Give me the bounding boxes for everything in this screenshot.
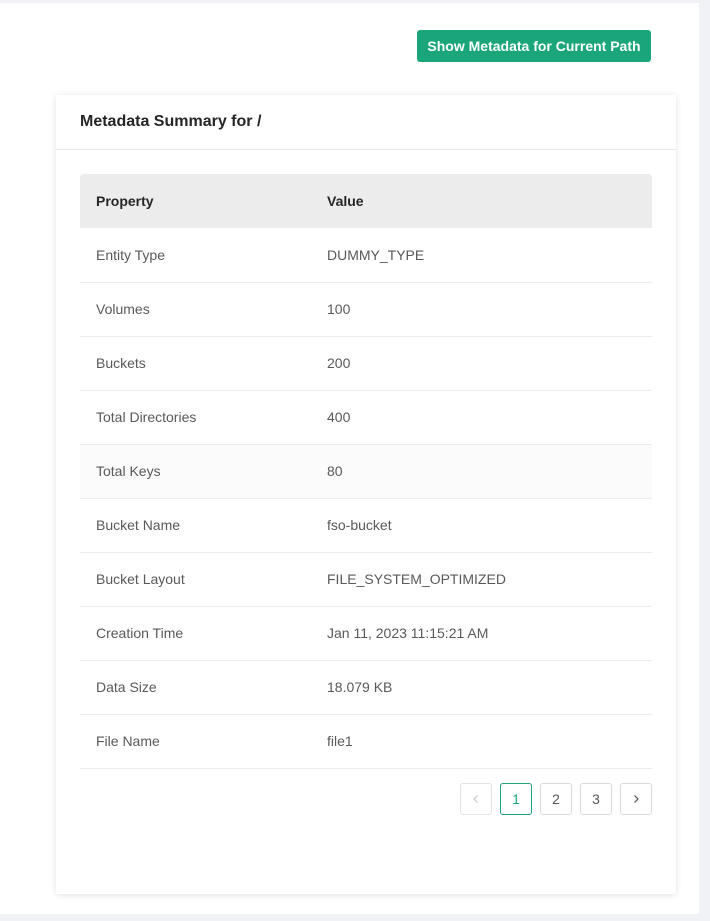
card-title: Metadata Summary for / (80, 113, 262, 130)
value-cell: DUMMY_TYPE (311, 228, 652, 283)
property-cell: Bucket Layout (80, 552, 311, 607)
value-cell: 18.079 KB (311, 660, 652, 715)
table-row: Bucket Layout FILE_SYSTEM_OPTIMIZED (80, 552, 652, 607)
table-row: Data Size 18.079 KB (80, 660, 652, 715)
property-cell: Volumes (80, 282, 311, 337)
table-header-row: Property Value (80, 174, 652, 228)
value-cell: FILE_SYSTEM_OPTIMIZED (311, 552, 652, 607)
pagination: 1 2 3 (460, 783, 652, 815)
page-button-1[interactable]: 1 (500, 783, 532, 815)
property-cell: Total Directories (80, 390, 311, 445)
main-panel: Show Metadata for Current Path Metadata … (0, 3, 699, 914)
value-cell: fso-bucket (311, 498, 652, 553)
column-header-property: Property (80, 174, 311, 228)
metadata-table: Property Value Entity Type DUMMY_TYPE Vo… (80, 174, 652, 769)
property-cell: Total Keys (80, 444, 311, 499)
value-cell: 200 (311, 336, 652, 391)
page-button-3[interactable]: 3 (580, 783, 612, 815)
table-row: Bucket Name fso-bucket (80, 498, 652, 553)
card-header: Metadata Summary for / (56, 95, 676, 150)
table-row: Volumes 100 (80, 282, 652, 337)
table-row: Buckets 200 (80, 336, 652, 391)
metadata-summary-card: Metadata Summary for / Property Value En… (56, 95, 676, 894)
property-cell: Buckets (80, 336, 311, 391)
column-header-value: Value (311, 174, 652, 228)
chevron-left-icon (473, 795, 478, 803)
next-page-button[interactable] (620, 783, 652, 815)
value-cell: Jan 11, 2023 11:15:21 AM (311, 606, 652, 661)
value-cell: file1 (311, 714, 652, 769)
value-cell: 100 (311, 282, 652, 337)
prev-page-button[interactable] (460, 783, 492, 815)
show-metadata-button[interactable]: Show Metadata for Current Path (417, 30, 651, 62)
property-cell: File Name (80, 714, 311, 769)
property-cell: Bucket Name (80, 498, 311, 553)
chevron-right-icon (634, 795, 639, 803)
page-button-2[interactable]: 2 (540, 783, 572, 815)
property-cell: Entity Type (80, 228, 311, 283)
table-row: Entity Type DUMMY_TYPE (80, 228, 652, 283)
table-row: Total Directories 400 (80, 390, 652, 445)
table-row: Creation Time Jan 11, 2023 11:15:21 AM (80, 606, 652, 661)
table-row: Total Keys 80 (80, 444, 652, 499)
value-cell: 80 (311, 444, 652, 499)
property-cell: Data Size (80, 660, 311, 715)
value-cell: 400 (311, 390, 652, 445)
table-row: File Name file1 (80, 714, 652, 769)
property-cell: Creation Time (80, 606, 311, 661)
